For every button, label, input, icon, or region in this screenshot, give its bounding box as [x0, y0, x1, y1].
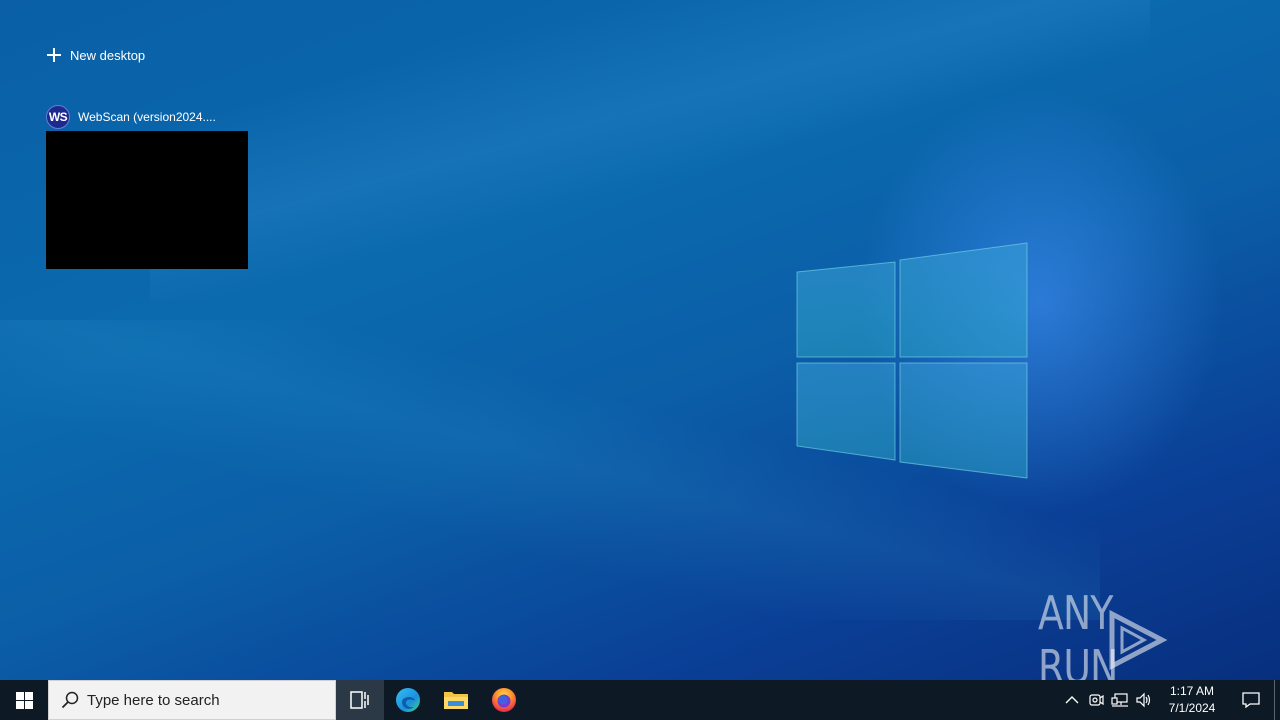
- show-desktop-button[interactable]: [1274, 680, 1280, 720]
- search-icon: [61, 691, 79, 709]
- tray-network-button[interactable]: [1108, 680, 1132, 720]
- clock-date: 7/1/2024: [1168, 701, 1216, 715]
- tray-volume-button[interactable]: [1132, 680, 1156, 720]
- network-icon: [1111, 693, 1128, 707]
- firefox-icon: [492, 688, 516, 712]
- taskbar-file-explorer-button[interactable]: [432, 680, 480, 720]
- window-title: WebScan (version2024....: [78, 109, 216, 124]
- plus-icon: [47, 48, 61, 62]
- taskbar-edge-button[interactable]: [384, 680, 432, 720]
- system-tray: 1:17 AM 7/1/2024: [1060, 680, 1280, 720]
- chevron-up-icon: [1065, 696, 1079, 704]
- notification-icon: [1242, 692, 1260, 708]
- volume-icon: [1136, 692, 1151, 708]
- edge-icon: [396, 688, 420, 712]
- watermark-text: ANY RUN: [1038, 586, 1118, 680]
- folder-icon: [444, 692, 468, 709]
- new-desktop-label: New desktop: [70, 47, 146, 63]
- new-desktop-button[interactable]: New desktop: [44, 44, 145, 66]
- search-placeholder: Type here to search: [87, 691, 220, 709]
- action-center-button[interactable]: [1228, 680, 1274, 720]
- tray-meet-button[interactable]: [1084, 680, 1108, 720]
- task-view-icon: [350, 691, 369, 709]
- camera-icon: [1089, 694, 1104, 706]
- start-button[interactable]: [0, 680, 48, 720]
- clock-time: 1:17 AM: [1169, 684, 1215, 698]
- show-hidden-icons-button[interactable]: [1060, 680, 1084, 720]
- window-card-header: WS WebScan (version2024....: [46, 104, 248, 129]
- windows-start-icon: [15, 691, 33, 709]
- desktop-background: New desktop WS WebScan (version2024.... …: [0, 0, 1280, 680]
- window-thumbnail[interactable]: [46, 131, 248, 269]
- anyrun-watermark: ANY RUN: [1038, 586, 1234, 680]
- task-view-button[interactable]: [336, 680, 384, 720]
- task-view-window-card[interactable]: WS WebScan (version2024....: [46, 104, 248, 269]
- webscan-app-icon: WS: [46, 104, 70, 129]
- taskbar: Type here to search 1:17 AM 7/1/2024: [0, 680, 1280, 720]
- windows-logo-wallpaper: [796, 242, 1028, 479]
- taskbar-search-box[interactable]: Type here to search: [48, 680, 336, 720]
- taskbar-clock[interactable]: 1:17 AM 7/1/2024: [1162, 683, 1222, 717]
- taskbar-firefox-button[interactable]: [480, 680, 528, 720]
